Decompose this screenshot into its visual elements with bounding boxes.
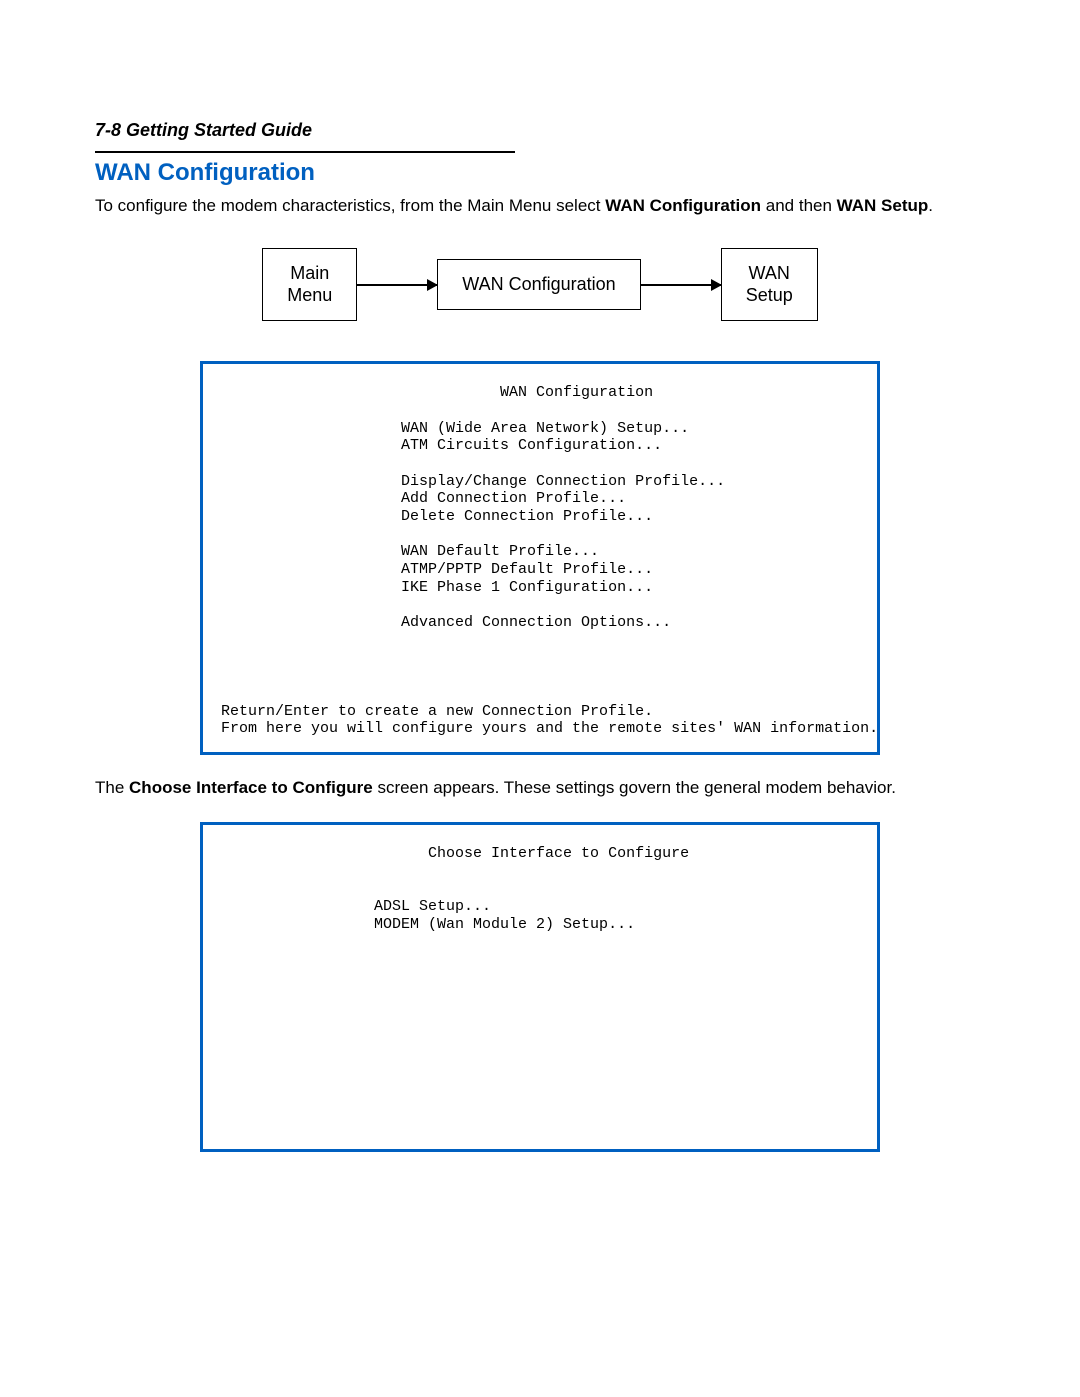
mid-pre: The [95, 778, 129, 797]
terminal-choose-interface: Choose Interface to Configure ADSL Setup… [200, 822, 880, 1152]
term1-l9: Advanced Connection Options... [221, 614, 671, 631]
term1-l2: ATM Circuits Configuration... [221, 437, 662, 454]
intro-pre: To configure the modem characteristics, … [95, 196, 605, 215]
term1-l5: Delete Connection Profile... [221, 508, 653, 525]
term1-l4: Add Connection Profile... [221, 490, 626, 507]
mid-bold: Choose Interface to Configure [129, 778, 373, 797]
term1-l7: ATMP/PPTP Default Profile... [221, 561, 653, 578]
intro-bold-2: WAN Setup [837, 196, 929, 215]
term1-title: WAN Configuration [221, 384, 653, 401]
term1-l3: Display/Change Connection Profile... [221, 473, 725, 490]
page: 7-8 Getting Started Guide WAN Configurat… [0, 0, 1080, 1397]
flow-box-wan-config: WAN Configuration [437, 259, 640, 311]
mid-paragraph: The Choose Interface to Configure screen… [95, 777, 985, 800]
section-title: WAN Configuration [95, 159, 985, 187]
term1-l6: WAN Default Profile... [221, 543, 599, 560]
arrow-icon [641, 284, 721, 286]
intro-bold-1: WAN Configuration [605, 196, 761, 215]
flow-box3-line1: WAN [749, 263, 790, 283]
intro-post: . [928, 196, 933, 215]
rule [95, 151, 515, 153]
term1-f1: Return/Enter to create a new Connection … [221, 703, 653, 720]
flow-box3-line2: Setup [746, 285, 793, 305]
intro-mid: and then [761, 196, 837, 215]
term1-f2: From here you will configure yours and t… [221, 720, 878, 737]
nav-flow-diagram: Main Menu WAN Configuration WAN Setup [220, 248, 860, 321]
arrow-icon [357, 284, 437, 286]
flow-box2-label: WAN Configuration [462, 274, 615, 294]
flow-box-main-menu: Main Menu [262, 248, 357, 321]
terminal-wan-configuration: WAN Configuration WAN (Wide Area Network… [200, 361, 880, 755]
intro-paragraph: To configure the modem characteristics, … [95, 195, 985, 218]
term2-l1: ADSL Setup... [221, 898, 491, 915]
mid-post: screen appears. These settings govern th… [373, 778, 896, 797]
flow-box1-line2: Menu [287, 285, 332, 305]
running-head: 7-8 Getting Started Guide [95, 120, 985, 141]
term2-title: Choose Interface to Configure [221, 845, 689, 862]
flow-box-wan-setup: WAN Setup [721, 248, 818, 321]
term1-l1: WAN (Wide Area Network) Setup... [221, 420, 689, 437]
term2-l2: MODEM (Wan Module 2) Setup... [221, 916, 635, 933]
flow-box1-line1: Main [290, 263, 329, 283]
term1-l8: IKE Phase 1 Configuration... [221, 579, 653, 596]
